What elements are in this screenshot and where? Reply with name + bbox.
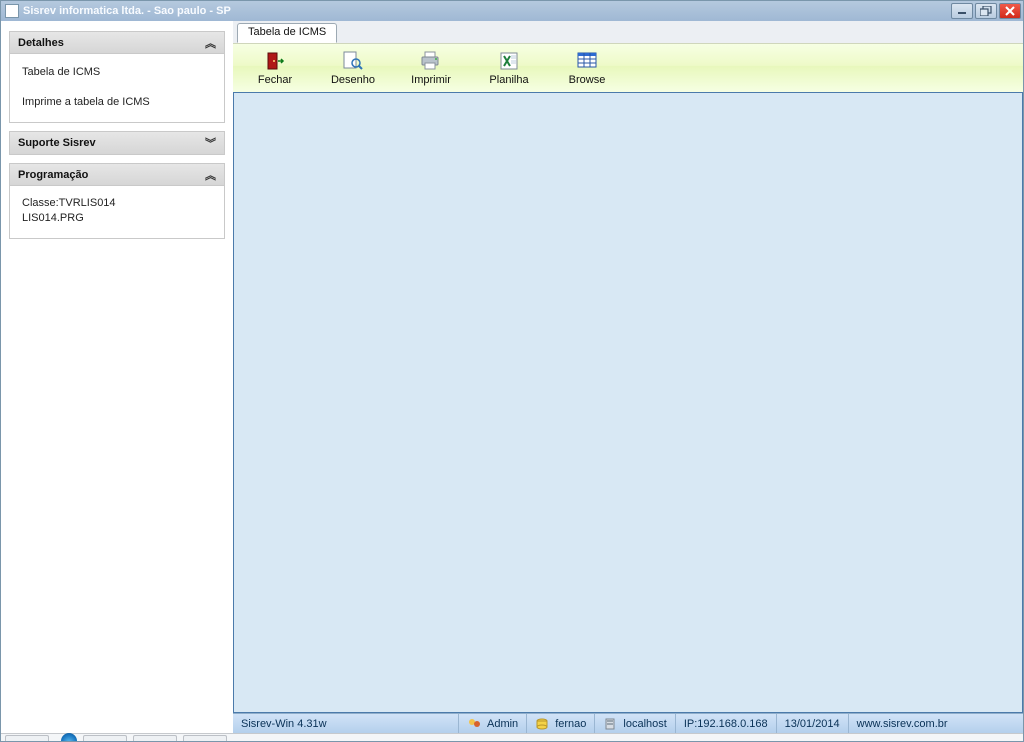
panel-suporte-title: Suporte Sisrev	[18, 137, 96, 149]
panel-detalhes-header[interactable]: Detalhes ︽	[10, 32, 224, 54]
sidebar-item-tabela-icms[interactable]: Tabela de ICMS	[22, 64, 214, 80]
status-user: Admin	[458, 714, 526, 733]
toolbar-planilha[interactable]: Planilha	[481, 50, 537, 86]
door-close-icon	[262, 50, 288, 72]
status-host: localhost	[594, 714, 674, 733]
programacao-file: LIS014.PRG	[22, 211, 214, 226]
close-button[interactable]	[999, 3, 1021, 19]
status-site: www.sisrev.com.br	[848, 714, 1023, 733]
window-title: Sisrev informatica ltda. - Sao paulo - S…	[23, 5, 951, 17]
printer-icon	[418, 50, 444, 72]
users-icon	[467, 717, 481, 731]
content-area	[233, 93, 1023, 713]
status-bar: Sisrev-Win 4.31w Admin fernao localhost …	[233, 713, 1023, 733]
minimize-icon	[957, 7, 967, 15]
minimize-button[interactable]	[951, 3, 973, 19]
taskbar-stub[interactable]	[83, 735, 127, 741]
body-area: Detalhes ︽ Tabela de ICMS Imprime a tabe…	[1, 21, 1023, 713]
main: Tabela de ICMS Fechar	[233, 21, 1023, 713]
tabs-row: Tabela de ICMS	[233, 21, 1023, 43]
panel-suporte-header[interactable]: Suporte Sisrev ︾	[10, 132, 224, 154]
status-app-text: Sisrev-Win 4.31w	[241, 718, 327, 730]
panel-suporte: Suporte Sisrev ︾	[9, 131, 225, 155]
taskbar-stub[interactable]	[5, 735, 49, 741]
restore-button[interactable]	[975, 3, 997, 19]
restore-icon	[980, 6, 992, 16]
panel-programacao-title: Programação	[18, 169, 88, 181]
close-icon	[1005, 6, 1015, 16]
app-icon	[5, 4, 19, 18]
toolbar-fechar[interactable]: Fechar	[247, 50, 303, 86]
toolbar-imprimir[interactable]: Imprimir	[403, 50, 459, 86]
toolbar: Fechar Desenho	[233, 43, 1023, 93]
window-buttons	[951, 3, 1021, 19]
toolbar-fechar-label: Fechar	[258, 74, 292, 86]
status-date-text: 13/01/2014	[785, 718, 840, 730]
programacao-classe: Classe:TVRLIS014	[22, 196, 214, 211]
toolbar-imprimir-label: Imprimir	[411, 74, 451, 86]
tab-tabela-icms[interactable]: Tabela de ICMS	[237, 23, 337, 43]
spreadsheet-excel-icon	[496, 50, 522, 72]
sidebar: Detalhes ︽ Tabela de ICMS Imprime a tabe…	[1, 21, 233, 713]
chevron-up-icon: ︽	[205, 167, 216, 183]
taskbar-sliver	[1, 733, 1023, 741]
toolbar-browse[interactable]: Browse	[559, 50, 615, 86]
toolbar-desenho-label: Desenho	[331, 74, 375, 86]
title-bar: Sisrev informatica ltda. - Sao paulo - S…	[1, 1, 1023, 21]
grid-icon	[574, 50, 600, 72]
chevron-up-icon: ︽	[205, 35, 216, 51]
status-date: 13/01/2014	[776, 714, 848, 733]
toolbar-browse-label: Browse	[569, 74, 606, 86]
panel-detalhes-title: Detalhes	[18, 37, 64, 49]
server-icon	[603, 717, 617, 731]
panel-detalhes: Detalhes ︽ Tabela de ICMS Imprime a tabe…	[9, 31, 225, 123]
page-magnifier-icon	[340, 50, 366, 72]
panel-programacao: Programação ︽ Classe:TVRLIS014 LIS014.PR…	[9, 163, 225, 239]
toolbar-planilha-label: Planilha	[489, 74, 528, 86]
toolbar-desenho[interactable]: Desenho	[325, 50, 381, 86]
status-ip: IP:192.168.0.168	[675, 714, 776, 733]
taskbar-stub[interactable]	[133, 735, 177, 741]
status-ip-text: IP:192.168.0.168	[684, 718, 768, 730]
app-window: Sisrev informatica ltda. - Sao paulo - S…	[0, 0, 1024, 742]
status-host-text: localhost	[623, 718, 666, 730]
chevron-down-icon: ︾	[205, 135, 216, 151]
status-db-text: fernao	[555, 718, 586, 730]
taskbar-stub[interactable]	[183, 735, 227, 741]
panel-programacao-body: Classe:TVRLIS014 LIS014.PRG	[10, 186, 224, 238]
start-orb[interactable]	[61, 733, 77, 741]
status-app: Sisrev-Win 4.31w	[233, 714, 458, 733]
status-site-text: www.sisrev.com.br	[857, 718, 948, 730]
sidebar-item-imprime-tabela[interactable]: Imprime a tabela de ICMS	[22, 94, 214, 110]
panel-programacao-header[interactable]: Programação ︽	[10, 164, 224, 186]
status-user-text: Admin	[487, 718, 518, 730]
status-db: fernao	[526, 714, 594, 733]
panel-detalhes-body: Tabela de ICMS Imprime a tabela de ICMS	[10, 54, 224, 122]
database-icon	[535, 717, 549, 731]
